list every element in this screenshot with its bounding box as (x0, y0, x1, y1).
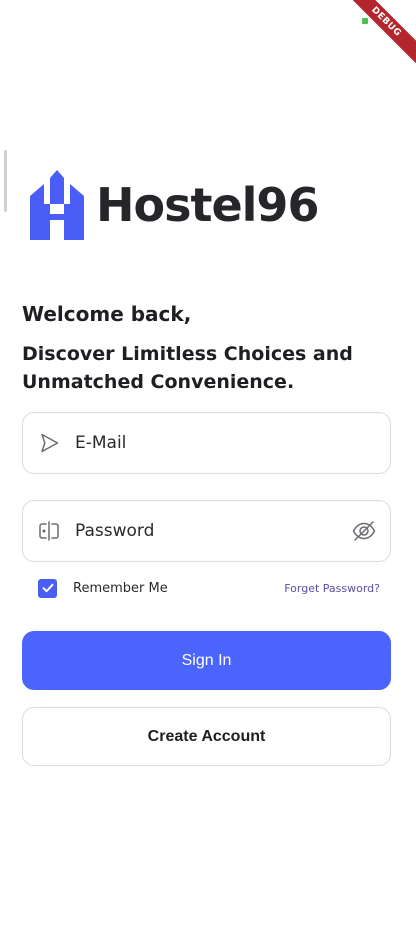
eye-slash-icon[interactable] (350, 517, 378, 545)
remember-me-checkbox[interactable] (38, 578, 57, 598)
login-screen: DEBUG Hostel96 Welcome back, Discover Li… (0, 0, 416, 931)
sign-in-button[interactable]: Sign In (22, 631, 391, 690)
remember-me-label: Remember Me (73, 580, 168, 596)
scrollbar[interactable] (4, 150, 7, 212)
tagline: Discover Limitless Choices and Unmatched… (22, 343, 353, 393)
password-field[interactable] (22, 500, 391, 562)
debug-banner: DEBUG (337, 0, 416, 71)
create-account-button[interactable]: Create Account (22, 707, 391, 766)
checkmark-icon (42, 583, 53, 593)
forget-password-link[interactable]: Forget Password? (284, 582, 380, 595)
password-icon (37, 519, 61, 543)
brand-logo: Hostel96 (30, 170, 319, 240)
status-indicator (362, 18, 368, 24)
email-field[interactable] (22, 412, 391, 474)
welcome-heading: Welcome back, (22, 302, 192, 326)
brand-name: Hostel96 (96, 178, 319, 232)
email-input[interactable] (75, 433, 390, 453)
password-input[interactable] (75, 521, 350, 541)
remember-row: Remember Me Forget Password? (38, 577, 380, 599)
send-icon (37, 431, 61, 455)
building-logo-icon (30, 170, 84, 240)
